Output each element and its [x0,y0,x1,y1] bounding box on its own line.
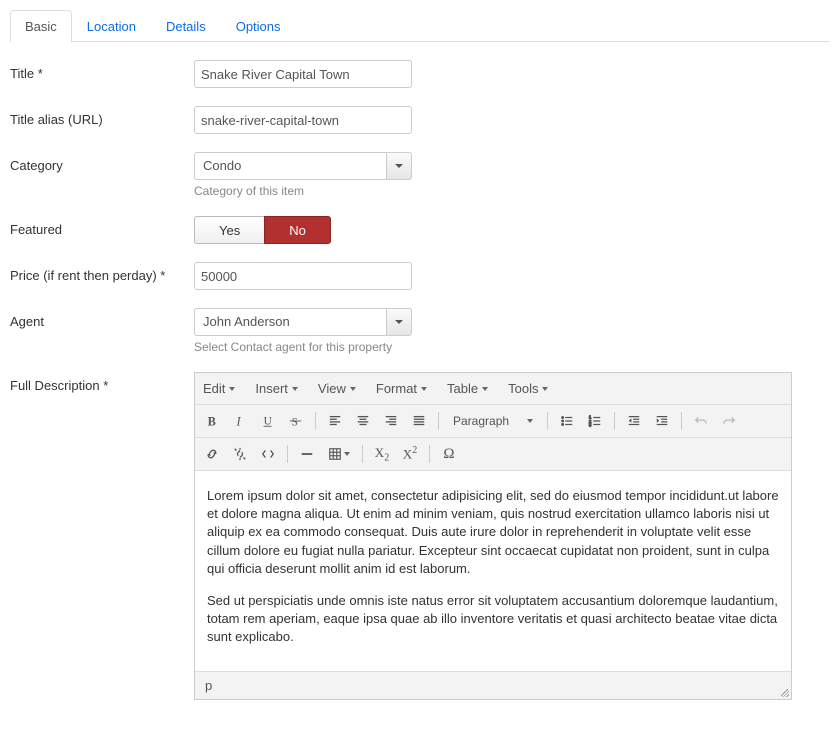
caret-down-icon [482,387,488,391]
caret-down-icon [350,387,356,391]
svg-text:I: I [236,414,242,428]
format-selector[interactable]: Paragraph [445,414,541,428]
number-list-button[interactable]: 123 [582,408,608,434]
editor-statusbar: p [195,671,791,699]
menu-view[interactable]: View [316,377,358,400]
svg-text:S: S [292,416,298,428]
editor-path[interactable]: p [205,678,212,693]
svg-text:3: 3 [589,422,592,427]
category-select[interactable]: Condo [194,152,412,180]
editor-menubar: Edit Insert View Format Table Tools [195,373,791,405]
content-paragraph: Sed ut perspiciatis unde omnis iste natu… [207,592,779,647]
agent-help: Select Contact agent for this property [194,340,412,354]
superscript-button[interactable]: X2 [397,441,423,467]
category-help: Category of this item [194,184,412,198]
format-selector-value: Paragraph [453,414,509,428]
svg-text:B: B [208,414,216,428]
agent-dropdown-button[interactable] [386,308,412,336]
menu-insert[interactable]: Insert [253,377,300,400]
hr-button[interactable] [294,441,320,467]
description-label: Full Description * [10,372,194,393]
svg-text:U: U [264,416,272,428]
tab-location[interactable]: Location [72,10,151,42]
agent-label: Agent [10,308,194,329]
featured-no-button[interactable]: No [264,216,331,244]
menu-tools[interactable]: Tools [506,377,550,400]
editor-content[interactable]: Lorem ipsum dolor sit amet, consectetur … [195,471,791,671]
agent-select[interactable]: John Anderson [194,308,412,336]
align-justify-button[interactable] [406,408,432,434]
table-button[interactable] [322,441,356,467]
title-input[interactable] [194,60,412,88]
featured-yes-button[interactable]: Yes [194,216,264,244]
featured-toggle: Yes No [194,216,331,244]
tab-details[interactable]: Details [151,10,221,42]
caret-down-icon [229,387,235,391]
category-label: Category [10,152,194,173]
italic-button[interactable]: I [227,408,253,434]
alias-label: Title alias (URL) [10,106,194,127]
redo-button[interactable] [716,408,742,434]
align-left-button[interactable] [322,408,348,434]
menu-edit[interactable]: Edit [201,377,237,400]
rich-text-editor: Edit Insert View Format Table Tools B I … [194,372,792,700]
content-paragraph: Lorem ipsum dolor sit amet, consectetur … [207,487,779,578]
bold-button[interactable]: B [199,408,225,434]
special-char-button[interactable]: Ω [436,441,462,467]
unlink-button[interactable] [227,441,253,467]
resize-handle-icon[interactable] [779,687,789,697]
menu-format[interactable]: Format [374,377,429,400]
caret-down-icon [344,452,350,456]
indent-button[interactable] [649,408,675,434]
strikethrough-button[interactable]: S [283,408,309,434]
caret-down-icon [527,419,533,423]
price-input[interactable] [194,262,412,290]
caret-down-icon [395,320,403,324]
underline-button[interactable]: U [255,408,281,434]
agent-value: John Anderson [194,308,386,336]
undo-button[interactable] [688,408,714,434]
title-label: Title * [10,60,194,81]
menu-table[interactable]: Table [445,377,490,400]
bullet-list-button[interactable] [554,408,580,434]
caret-down-icon [542,387,548,391]
alias-input[interactable] [194,106,412,134]
outdent-button[interactable] [621,408,647,434]
price-label: Price (if rent then perday) * [10,262,194,283]
align-center-button[interactable] [350,408,376,434]
tab-options[interactable]: Options [221,10,296,42]
subscript-button[interactable]: X2 [369,441,395,467]
align-right-button[interactable] [378,408,404,434]
category-value: Condo [194,152,386,180]
tab-basic[interactable]: Basic [10,10,72,42]
tab-bar: Basic Location Details Options [10,10,829,42]
category-dropdown-button[interactable] [386,152,412,180]
editor-toolbar-1: B I U S Paragraph 123 [195,405,791,438]
editor-toolbar-2: X2 X2 Ω [195,438,791,471]
code-button[interactable] [255,441,281,467]
caret-down-icon [421,387,427,391]
link-button[interactable] [199,441,225,467]
caret-down-icon [292,387,298,391]
caret-down-icon [395,164,403,168]
featured-label: Featured [10,216,194,237]
